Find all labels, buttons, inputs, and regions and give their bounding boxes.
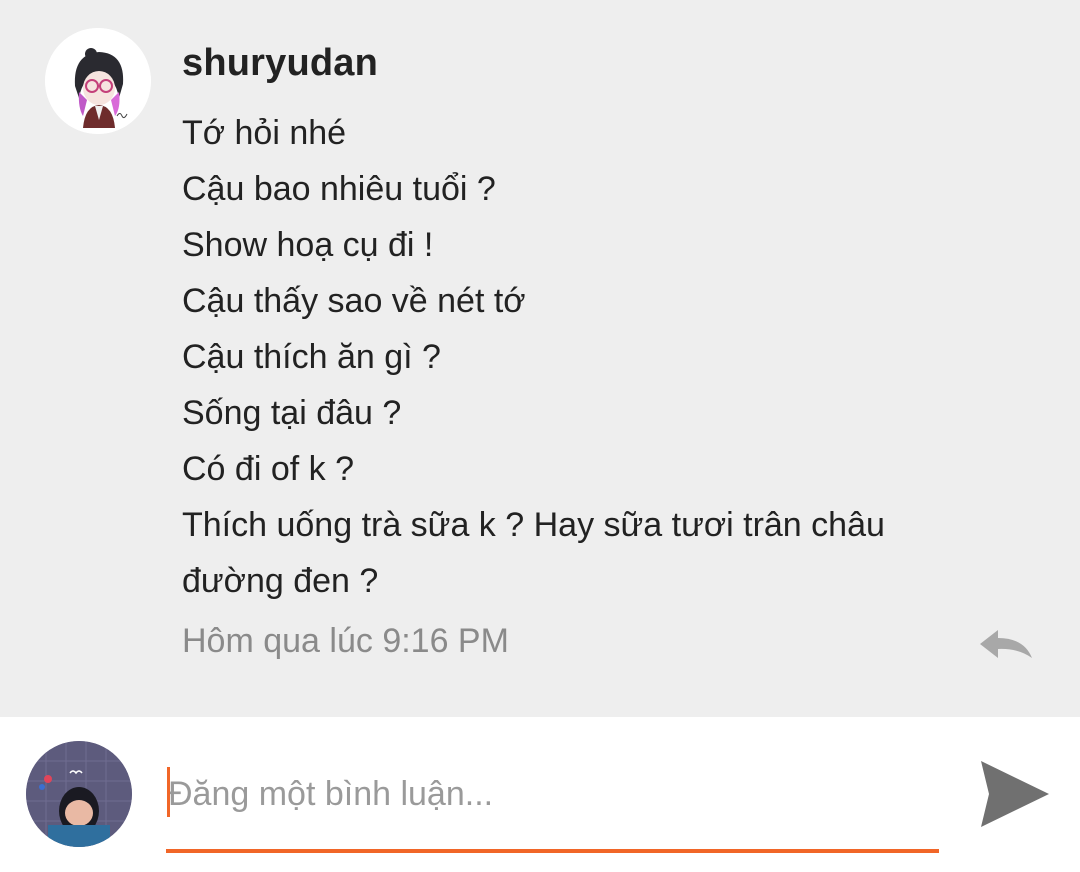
author-avatar-image xyxy=(45,28,151,134)
reply-arrow-icon xyxy=(980,630,1032,658)
comment-card: shuryudan Tớ hỏi nhé Cậu bao nhiêu tuổi … xyxy=(0,0,1080,717)
comment-line: Cậu thích ăn gì ? xyxy=(182,338,441,376)
comment-input-container xyxy=(166,763,941,853)
comment-line: Cậu bao nhiêu tuổi ? xyxy=(182,170,496,208)
comment-composer xyxy=(0,717,1080,872)
comment-timestamp: Hôm qua lúc 9:16 PM xyxy=(182,622,509,660)
comment-line: Show hoạ cụ đi ! xyxy=(182,226,434,264)
current-user-avatar-image xyxy=(26,741,132,847)
comment-line: Cậu thấy sao về nét tớ xyxy=(182,282,526,320)
comment-body: Tớ hỏi nhé Cậu bao nhiêu tuổi ? Show hoạ… xyxy=(182,108,982,612)
reply-button[interactable] xyxy=(976,624,1036,664)
comment-line: Tớ hỏi nhé xyxy=(182,114,347,152)
comment-line: Thích uống trà sữa k ? Hay sữa tươi trân… xyxy=(182,506,885,544)
comment-input[interactable] xyxy=(166,763,941,825)
author-name[interactable]: shuryudan xyxy=(182,42,378,85)
comment-line: đường đen ? xyxy=(182,562,379,600)
send-paper-plane-icon xyxy=(981,761,1049,827)
current-user-avatar[interactable] xyxy=(26,741,132,847)
send-button[interactable] xyxy=(975,757,1053,831)
author-avatar[interactable] xyxy=(45,28,151,134)
comment-line: Sống tại đâu ? xyxy=(182,394,402,432)
text-caret xyxy=(167,767,170,817)
comment-line: Có đi of k ? xyxy=(182,450,354,488)
